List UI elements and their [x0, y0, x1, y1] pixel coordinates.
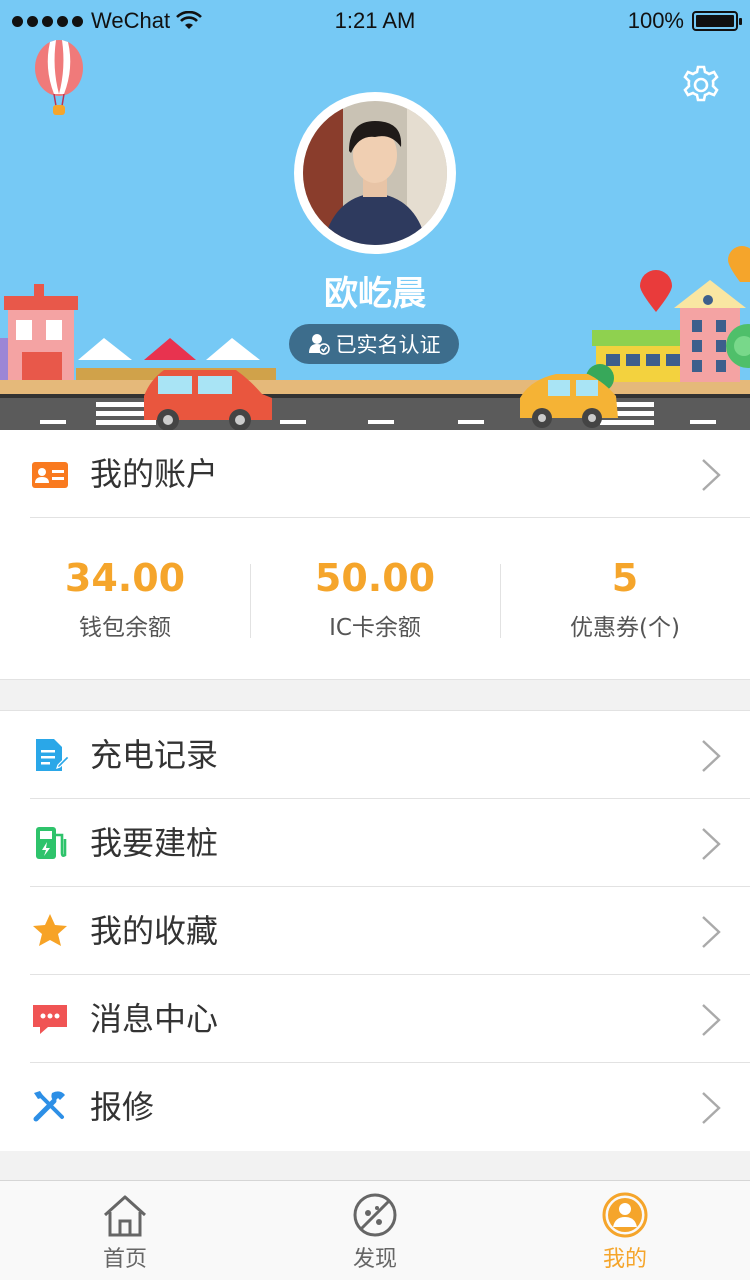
- document-edit-icon: [36, 739, 70, 771]
- account-stats: 34.00 钱包余额 50.00 IC卡余额 5 优惠券(个): [0, 520, 750, 680]
- battery-icon: [692, 11, 742, 31]
- menu-list: 充电记录 我要建桩 我的收藏 消息中心 报修: [0, 710, 750, 1151]
- tab-discover[interactable]: 发现: [250, 1181, 500, 1280]
- account-card: 我的账户 34.00 钱包余额 50.00 IC卡余额 5 优惠券(个): [0, 430, 750, 680]
- chevron-right-icon: [702, 459, 721, 491]
- favorites-label: 我的收藏: [90, 912, 219, 950]
- chevron-right-icon: [702, 828, 721, 860]
- tab-home[interactable]: 首页: [0, 1181, 250, 1280]
- discover-icon: [353, 1193, 397, 1237]
- avatar-photo: [303, 101, 447, 245]
- profile-header: WeChat 1:21 AM 100% 欧屹晨 已实名认证: [0, 0, 750, 430]
- home-icon: [103, 1195, 147, 1237]
- id-card-icon: [32, 462, 68, 488]
- tab-profile-label: 我的: [602, 1247, 647, 1272]
- message-center-label: 消息中心: [90, 1000, 219, 1038]
- verified-label: 已实名认证: [335, 333, 441, 357]
- message-center-row[interactable]: 消息中心: [0, 975, 750, 1063]
- chevron-right-icon: [702, 740, 721, 772]
- my-account-label: 我的账户: [90, 455, 219, 493]
- wallet-balance-stat[interactable]: 34.00 钱包余额: [0, 520, 250, 680]
- balloon-icon: [35, 40, 83, 115]
- coupon-stat[interactable]: 5 优惠券(个): [500, 520, 750, 680]
- star-icon: [33, 914, 67, 946]
- build-charger-row[interactable]: 我要建桩: [0, 799, 750, 887]
- profile-icon: [602, 1192, 648, 1238]
- tab-profile[interactable]: 我的: [500, 1181, 750, 1280]
- coupon-caption: 优惠券(个): [570, 615, 680, 641]
- charging-records-label: 充电记录: [90, 736, 219, 774]
- chevron-right-icon: [702, 916, 721, 948]
- user-name: 欧屹晨: [324, 274, 426, 314]
- verified-badge: 已实名认证: [289, 324, 459, 364]
- charging-records-row[interactable]: 充电记录: [0, 711, 750, 799]
- battery-percent: 100%: [627, 8, 684, 33]
- tools-icon: [33, 1091, 65, 1122]
- chevron-right-icon: [702, 1092, 721, 1124]
- status-bar: WeChat 1:21 AM 100%: [0, 0, 750, 40]
- avatar[interactable]: [294, 92, 456, 254]
- repair-row[interactable]: 报修: [0, 1063, 750, 1151]
- chevron-right-icon: [702, 1004, 721, 1036]
- my-account-row[interactable]: 我的账户: [0, 430, 750, 518]
- tab-home-label: 首页: [102, 1247, 147, 1272]
- bottom-tab-bar: 首页 发现 我的: [0, 1180, 750, 1280]
- verified-user-icon: [308, 334, 330, 355]
- wallet-balance-value: 34.00: [64, 556, 186, 600]
- favorites-row[interactable]: 我的收藏: [0, 887, 750, 975]
- ic-card-balance-caption: IC卡余额: [329, 615, 421, 641]
- charging-station-icon: [36, 827, 67, 859]
- coupon-count-value: 5: [611, 556, 639, 600]
- tab-discover-label: 发现: [352, 1247, 397, 1272]
- ic-card-balance-stat[interactable]: 50.00 IC卡余额: [250, 520, 500, 680]
- wallet-balance-caption: 钱包余额: [79, 615, 171, 641]
- ic-card-balance-value: 50.00: [314, 556, 436, 600]
- repair-label: 报修: [90, 1088, 155, 1126]
- message-icon: [33, 1005, 67, 1034]
- settings-gear-icon[interactable]: [680, 64, 722, 106]
- build-charger-label: 我要建桩: [90, 824, 219, 862]
